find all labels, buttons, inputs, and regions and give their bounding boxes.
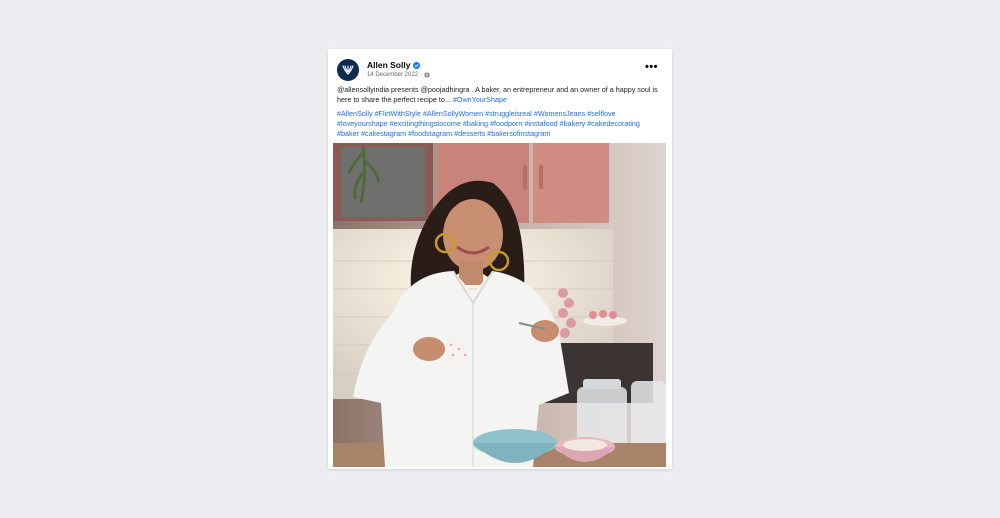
mention-person[interactable]: @poojadhingra [421, 85, 470, 94]
hashtag[interactable]: #baker [337, 129, 359, 138]
allen-solly-logo-icon [342, 65, 354, 75]
hashtag[interactable]: #cakedecorating [587, 119, 640, 128]
caption-presents: presents [389, 85, 421, 94]
hashtag[interactable]: #bakery [560, 119, 586, 128]
hashtag-list: #AllenSolly #FlirtWithStyle #AllenSollyW… [337, 109, 663, 139]
hashtag[interactable]: #instafood [524, 119, 557, 128]
mention-brand[interactable]: @allensollyindia [337, 85, 389, 94]
hashtag[interactable]: #struggleisreal [485, 109, 532, 118]
more-options-icon[interactable]: ••• [645, 61, 658, 73]
author-name[interactable]: Allen Solly [367, 60, 410, 70]
hashtag[interactable]: #excitingthingstocome [390, 119, 461, 128]
post-video[interactable] [333, 143, 666, 467]
post-date[interactable]: 14 December 2022 [367, 72, 418, 78]
hashtag-ownyourshape[interactable]: #OwnYourShape [453, 95, 507, 104]
hashtag[interactable]: #foodstagram [408, 129, 452, 138]
date-separator: · [420, 72, 423, 78]
post-card: Allen Solly 14 December 2022 · ••• @alle… [328, 49, 672, 469]
avatar[interactable] [337, 59, 359, 81]
verified-badge-icon [413, 61, 421, 69]
post-caption: @allensollyindia presents @poojadhingra … [337, 85, 663, 139]
hashtag[interactable]: #foodporn [490, 119, 522, 128]
post-header: Allen Solly 14 December 2022 · ••• [337, 59, 662, 83]
hashtag[interactable]: #AllenSolly [337, 109, 373, 118]
hashtag[interactable]: #WomensJeans [534, 109, 585, 118]
hashtag[interactable]: #loveyourshape [337, 119, 388, 128]
hashtag[interactable]: #desserts [454, 129, 485, 138]
hashtag[interactable]: #baking [463, 119, 488, 128]
globe-icon [424, 72, 430, 78]
hashtag[interactable]: #FlirtWithStyle [375, 109, 421, 118]
hashtag[interactable]: #cakestagram [361, 129, 406, 138]
hashtag[interactable]: #AllenSollyWomen [423, 109, 483, 118]
video-frame [333, 143, 666, 467]
hashtag[interactable]: #bakersofinstagram [487, 129, 550, 138]
hashtag[interactable]: #selflove [587, 109, 615, 118]
